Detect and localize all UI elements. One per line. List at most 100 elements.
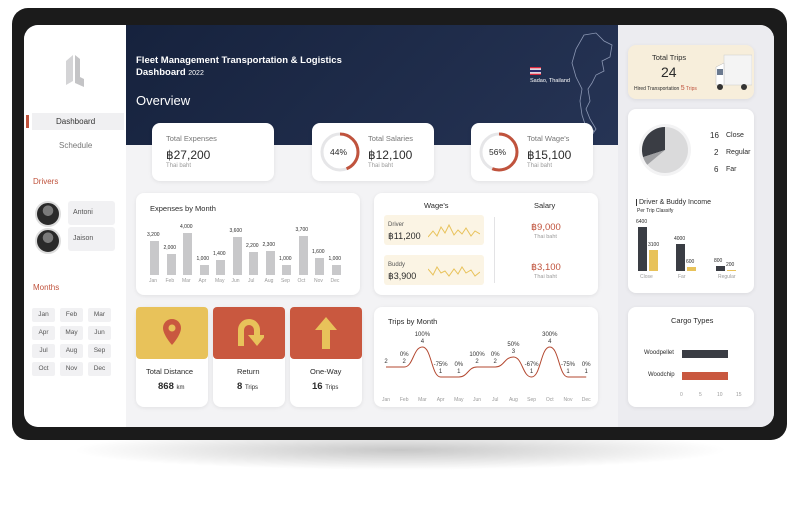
expense-value-label: 1,400 [213,251,226,258]
expense-bar [331,264,341,275]
driver-income-bar [676,243,685,271]
cargo-title: Cargo Types [671,316,714,325]
expense-value-label: 1,000 [328,255,342,262]
month-button[interactable]: Apr [32,326,55,340]
donut-label: 56% [489,147,507,157]
driver-item[interactable]: Jaison [68,227,115,251]
salary-unit: Thai baht [534,274,557,280]
month-button[interactable]: Jan [32,308,55,322]
expense-value-label: 2,300 [262,241,276,248]
trip-change-label: 0% [400,352,409,358]
trip-month-label: May [454,397,464,403]
month-button[interactable]: Sep [88,344,111,358]
trip-month-label: Sep [527,397,536,403]
trips-line [386,346,587,378]
expense-bar [298,236,308,275]
cargo-bar-woodchip [682,372,728,380]
kpi-label: Total Salaries [368,134,414,143]
tile-label: One-Way [310,367,342,376]
hired-value: 5 [680,85,685,92]
cargo-label: Woodpellet [644,350,674,356]
kpi-value: ฿27,200 [166,148,211,162]
month-button[interactable]: Jul [32,344,55,358]
trips-chart-card: Trips by Month 2 Jan 2 0% Feb 4 100% Mar 1 -75% Ap… [374,307,598,407]
expense-value-label: 1,600 [312,249,325,256]
trip-count-label: 1 [439,369,443,375]
hired-line: Hired Transportation 5 Trips [634,85,697,92]
month-button[interactable]: Jun [88,326,111,340]
trip-classify-card: 16 Close 2 Regular 6 Far Driver & Buddy … [628,109,754,293]
expense-bar [232,237,242,275]
salary-heading: Salary [534,201,556,210]
kpi-label: Total Wage's [527,134,570,143]
month-button[interactable]: May [60,326,83,340]
trip-month-label: Aug [509,397,518,403]
buddy-income-bar [649,249,658,271]
month-button[interactable]: Aug [60,344,83,358]
driver-wage: ฿11,200 [388,231,421,241]
expense-bar [282,264,291,275]
month-button[interactable]: Dec [88,362,111,376]
expense-month-label: Feb [165,278,175,284]
month-button[interactable]: Nov [60,362,83,376]
arrow-up-icon [315,317,337,349]
dashboard-screen: Dashboard Schedule Drivers Antoni Jaison… [24,25,774,427]
trip-count-label: 1 [566,369,570,375]
month-button[interactable]: Mar [88,308,111,322]
subtitle-year: 2022 [188,70,204,77]
tile-number: 8 [237,381,243,392]
trip-change-label: 300% [542,332,558,338]
subtitle-text: Dashboard [136,67,186,78]
cargo-label: Woodchip [648,372,675,378]
trip-month-label: Dec [582,397,591,403]
month-button[interactable]: Oct [32,362,55,376]
income-category-label: Regular [718,274,736,280]
trip-change-label: 100% [469,352,485,358]
trip-change-label: 100% [415,332,431,338]
trip-month-label: Jul [492,397,498,403]
buddy-wage: ฿3,900 [388,271,417,281]
trip-count-label: 2 [403,359,407,365]
kpi-value: ฿15,100 [527,148,572,162]
trip-change-label: 0% [582,362,591,368]
driver-item[interactable]: Antoni [68,201,115,225]
tile-value: 16 Trips [312,381,338,392]
driver-avatar [35,201,61,227]
expense-month-label: Jun [231,278,240,284]
expenses-bars: 3,200 Jan 2,000 Feb 4,000 Mar 1,000 Apr 1,400 May… [136,193,360,295]
location-label: Sadao, Thailand [530,78,570,84]
kpi-unit: Thai baht [368,163,394,169]
cargo-types-card: Cargo Types Woodpellet Woodchip 0 5 10 1… [628,307,754,407]
trip-count-label: 2 [475,359,479,365]
expense-month-label: Oct [297,278,306,284]
expense-bar [183,233,192,275]
expense-value-label: 3,200 [147,232,160,239]
month-button[interactable]: Feb [60,308,83,322]
salary-unit: Thai baht [534,234,557,240]
tile-label: Return [237,367,260,376]
expense-month-label: Nov [314,278,323,284]
trip-month-label: Oct [546,397,554,403]
buddy-income-bar [727,269,736,271]
nav-schedule[interactable]: Schedule [59,141,92,150]
sidebar: Dashboard Schedule Drivers Antoni Jaison… [24,25,126,427]
expense-value-label: 2,000 [163,245,177,251]
u-turn-icon [238,319,264,346]
wages-salary-card: Wage's Salary Driver ฿11,200 Buddy ฿3,90… [374,193,598,295]
nav-dashboard[interactable]: Dashboard [56,117,95,126]
tile-unit: km [176,385,185,391]
oneway-card: One-Way 16 Trips [290,307,362,407]
income-bars: 6400 3100 Close 4000 600 Far 800 200 Regular [628,109,754,293]
tile-unit: Trips [325,385,339,391]
expense-value-label: 2,200 [246,242,259,249]
kpi-card-expenses: Total Expenses ฿27,200 Thai baht [152,123,274,181]
cargo-tick: 0 [680,392,683,398]
trip-change-label: -75% [434,362,449,368]
expense-bar [249,251,258,275]
cargo-tick: 10 [717,392,723,398]
section-title: Overview [136,93,191,108]
buddy-sparkline [428,266,480,277]
trip-count-label: 1 [585,369,589,375]
expenses-chart-card: Expenses by Month 3,200 Jan 2,000 Feb 4,000 M… [136,193,360,295]
buddy-income-label: 3100 [648,241,660,248]
